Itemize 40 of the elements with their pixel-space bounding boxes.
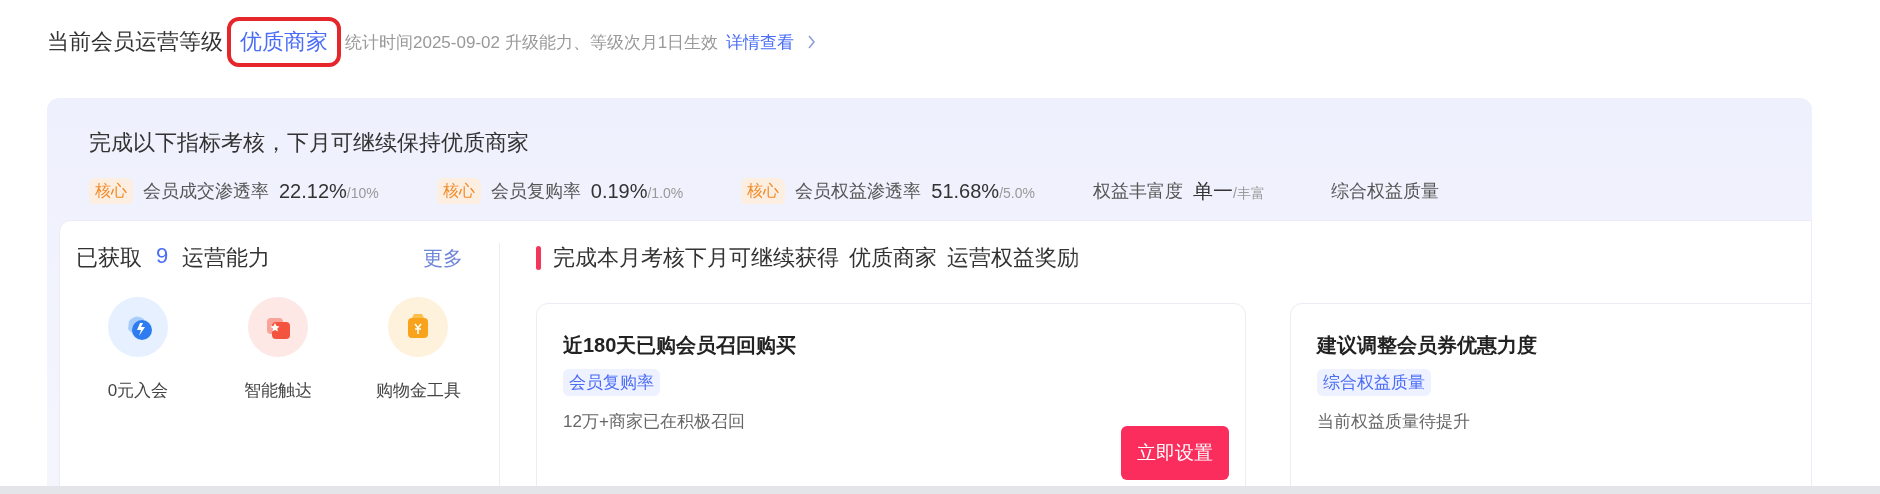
ability-icon [386,295,450,359]
ability-icon [106,295,170,359]
metric-name: 会员复购率 [490,180,581,203]
stats-note: 统计时间2025-09-02 升级能力、等级次月1日生效 [345,31,719,54]
abilities-count: 9 [156,243,169,270]
details-link[interactable]: 详情查看 [726,30,795,54]
metric-value: 22.12%/10% [279,179,379,203]
rewards-heading: 完成本月考核下月可继续获得 [553,244,839,272]
ability-icon [246,295,310,359]
ability-label[interactable]: 智能触达 [244,379,312,402]
metric-value: 0.19%/1.0% [590,179,684,203]
ability-label[interactable]: 0元入会 [107,379,169,402]
assessment-title: 完成以下指标考核，下月可继续保持优质商家 [88,129,530,157]
chevron-right-icon [806,35,817,49]
scroll-bar[interactable] [0,486,1880,494]
core-badge: 核心 [436,177,481,204]
level-name: 优质商家 [227,17,341,67]
card-title: 建议调整会员券优惠力度 [1317,333,1537,358]
abilities-label: 运营能力 [182,244,271,272]
card-title: 近180天已购会员召回购买 [563,333,797,358]
rewards-heading: 运营权益奖励 [947,244,1079,272]
abilities-label: 已获取 [76,244,142,272]
metric-tag: 会员复购率 [563,369,660,396]
setup-button[interactable]: 立即设置 [1121,426,1229,480]
metric-name: 会员成交渗透率 [143,180,269,203]
metric-name: 综合权益质量 [1330,180,1439,203]
card-description: 12万+商家已在积极召回 [563,411,746,433]
rewards-level: 优质商家 [849,244,937,272]
card-description: 当前权益质量待提升 [1317,411,1471,433]
core-badge: 核心 [89,177,133,204]
ability-label[interactable]: 购物金工具 [375,379,461,402]
more-link[interactable]: 更多 [423,244,463,272]
core-badge: 核心 [741,177,786,204]
metric-name: 权益丰富度 [1092,180,1183,203]
metric-value: 单一/丰富 [1192,178,1265,204]
metric-value: 51.68%/5.0% [931,179,1035,203]
metric-tag: 综合权益质量 [1317,369,1431,396]
metric-name: 会员权益渗透率 [795,180,922,203]
level-label: 当前会员运营等级 [47,28,223,56]
accent-bar [536,246,541,270]
